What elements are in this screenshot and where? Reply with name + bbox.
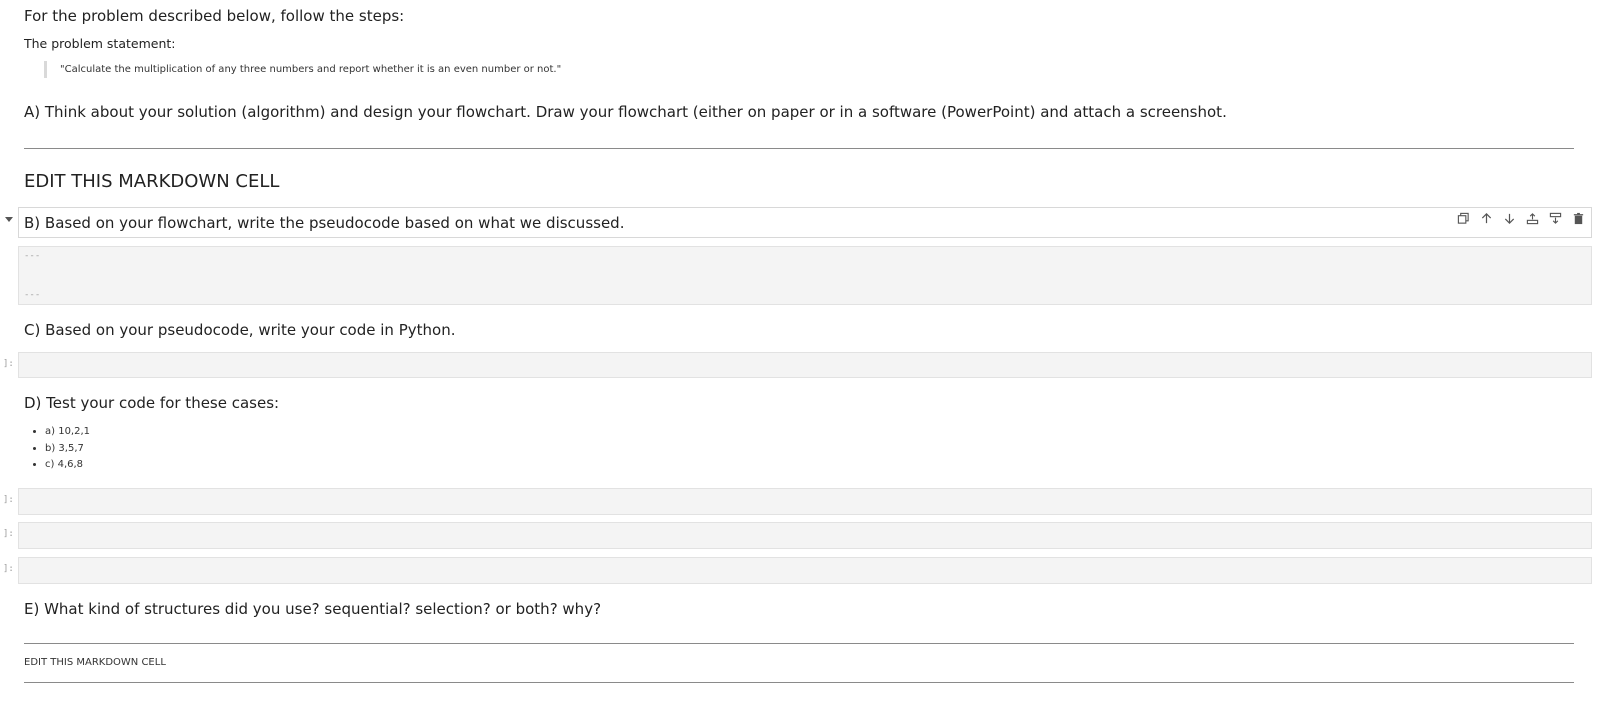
divider bbox=[24, 682, 1574, 683]
divider bbox=[24, 643, 1574, 644]
code-cell-test-a[interactable] bbox=[18, 488, 1592, 515]
code-cell-prompt: ]: bbox=[3, 529, 14, 539]
insert-below-icon[interactable] bbox=[1548, 210, 1563, 226]
move-up-icon[interactable] bbox=[1479, 210, 1494, 226]
move-down-icon[interactable] bbox=[1502, 210, 1517, 226]
code-cell-test-c[interactable] bbox=[18, 557, 1592, 584]
raw-cell-separator-top: --- bbox=[24, 251, 41, 261]
code-cell-prompt: ]: bbox=[3, 359, 14, 369]
cell-toolbar bbox=[1456, 209, 1586, 227]
list-item: b) 3,5,7 bbox=[45, 441, 90, 458]
code-cell-prompt: ]: bbox=[3, 495, 14, 505]
edit-markdown-heading[interactable]: EDIT THIS MARKDOWN CELL bbox=[24, 170, 279, 194]
list-item: a) 10,2,1 bbox=[45, 424, 90, 441]
insert-above-icon[interactable] bbox=[1525, 210, 1540, 226]
list-item: c) 4,6,8 bbox=[45, 457, 90, 474]
section-b-heading: B) Based on your flowchart, write the ps… bbox=[24, 214, 625, 232]
intro-heading: For the problem described below, follow … bbox=[24, 7, 405, 25]
collapse-caret-icon[interactable] bbox=[5, 217, 13, 222]
section-c-heading: C) Based on your pseudocode, write your … bbox=[24, 321, 456, 339]
code-cell-python[interactable] bbox=[18, 352, 1592, 378]
raw-cell[interactable] bbox=[18, 246, 1592, 305]
edit-markdown-text[interactable]: EDIT THIS MARKDOWN CELL bbox=[24, 656, 166, 670]
raw-cell-separator-bottom: --- bbox=[24, 290, 41, 300]
section-d-heading: D) Test your code for these cases: bbox=[24, 394, 280, 412]
delete-icon[interactable] bbox=[1571, 210, 1586, 226]
test-cases-list: a) 10,2,1 b) 3,5,7 c) 4,6,8 bbox=[24, 424, 90, 474]
section-a-heading: A) Think about your solution (algorithm)… bbox=[24, 103, 1227, 121]
divider bbox=[24, 148, 1574, 149]
problem-quote: "Calculate the multiplication of any thr… bbox=[44, 61, 644, 78]
notebook: For the problem described below, follow … bbox=[0, 0, 1602, 709]
code-cell-test-b[interactable] bbox=[18, 522, 1592, 549]
duplicate-icon[interactable] bbox=[1456, 210, 1471, 226]
problem-statement-label: The problem statement: bbox=[24, 36, 176, 51]
section-e-heading: E) What kind of structures did you use? … bbox=[24, 600, 602, 618]
code-cell-prompt: ]: bbox=[3, 564, 14, 574]
